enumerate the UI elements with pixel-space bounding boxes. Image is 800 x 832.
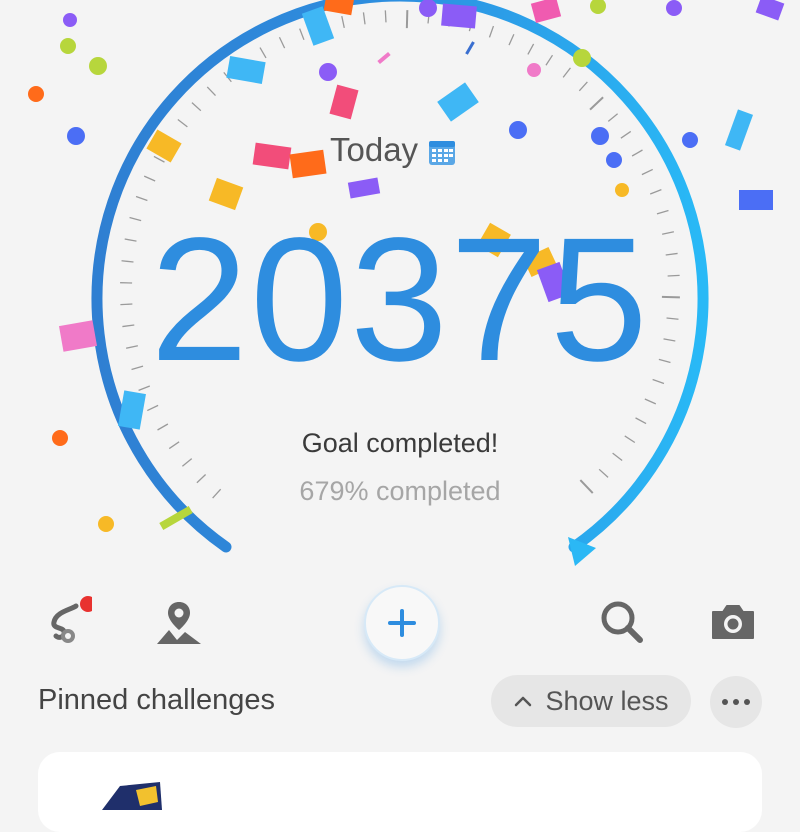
confetti-piece — [324, 0, 355, 15]
confetti-dot — [527, 63, 541, 77]
confetti-dot — [28, 86, 44, 102]
confetti-dot — [509, 121, 527, 139]
confetti-piece — [437, 82, 479, 121]
location-icon[interactable] — [153, 596, 205, 648]
dial-tick — [363, 12, 365, 24]
dial-tick — [300, 29, 304, 40]
camera-icon[interactable] — [707, 596, 759, 648]
confetti-piece — [465, 41, 475, 55]
goal-status: Goal completed! — [0, 428, 800, 459]
confetti-dot — [98, 516, 114, 532]
dial-tick — [650, 190, 661, 194]
show-less-button[interactable]: Show less — [491, 675, 691, 727]
confetti-dot — [89, 57, 107, 75]
confetti-dot — [573, 49, 591, 67]
more-dot — [744, 699, 750, 705]
dial-tick — [207, 87, 215, 96]
confetti-piece — [302, 6, 334, 45]
confetti-dot — [419, 0, 437, 17]
confetti-dot — [590, 0, 606, 14]
goal-percentage: 679% completed — [0, 476, 800, 507]
dial-tick — [509, 34, 514, 45]
confetti-dot — [591, 127, 609, 145]
dial-tick — [279, 37, 284, 48]
dial-tick — [342, 16, 344, 28]
add-button[interactable] — [364, 585, 440, 661]
dial-tick — [136, 197, 147, 201]
dial-tick — [147, 405, 158, 410]
more-dot — [722, 699, 728, 705]
confetti-dot — [615, 183, 629, 197]
confetti-dot — [67, 127, 85, 145]
dial-tick — [608, 114, 617, 122]
confetti-piece — [377, 52, 390, 64]
confetti-piece — [289, 150, 326, 178]
calendar-icon[interactable] — [428, 136, 456, 164]
confetti-piece — [739, 190, 773, 210]
challenge-card[interactable] — [38, 752, 762, 832]
step-count: 20375 — [0, 212, 800, 388]
dial-tick — [528, 44, 534, 55]
date-selector[interactable]: Today — [330, 128, 456, 172]
more-dot — [733, 699, 739, 705]
confetti-piece — [118, 390, 146, 429]
dial-tick — [192, 103, 201, 111]
dial-tick — [260, 48, 266, 58]
more-options-button[interactable] — [710, 676, 762, 728]
chevron-up-icon — [513, 694, 533, 708]
activity-screen: Today 20375 Goal completed! 679% complet… — [0, 0, 800, 801]
confetti-dot — [682, 132, 698, 148]
confetti-piece — [348, 178, 380, 199]
confetti-dot — [319, 63, 337, 81]
dial-tick — [632, 150, 642, 156]
confetti-piece — [441, 4, 477, 29]
confetti-dot — [63, 13, 77, 27]
dial-tick — [182, 459, 191, 467]
dial-tick — [590, 97, 603, 109]
dial-tick — [385, 10, 386, 22]
confetti-piece — [531, 0, 561, 23]
pinned-challenges-title: Pinned challenges — [38, 684, 275, 717]
challenge-logo — [100, 780, 162, 810]
dial-tick — [579, 82, 587, 91]
confetti-piece — [329, 85, 358, 120]
dial-tick — [563, 68, 570, 78]
route-icon[interactable] — [40, 596, 92, 648]
confetti-dot — [666, 0, 682, 16]
dial-tick — [489, 26, 493, 37]
date-label: Today — [330, 131, 418, 169]
dial-tick — [642, 169, 653, 174]
confetti-piece — [226, 56, 265, 84]
plus-icon — [384, 605, 420, 641]
notification-dot — [80, 596, 92, 612]
confetti-piece — [725, 109, 753, 150]
confetti-piece — [253, 143, 292, 170]
dial-tick — [144, 176, 155, 181]
dial-tick — [621, 131, 631, 138]
confetti-piece — [756, 0, 785, 21]
dial-tick — [178, 120, 188, 127]
dial-tick — [636, 418, 647, 424]
confetti-dot — [60, 38, 76, 54]
confetti-dot — [606, 152, 622, 168]
dial-tick — [546, 55, 553, 65]
search-icon[interactable] — [596, 596, 648, 648]
show-less-label: Show less — [545, 686, 668, 717]
dial-tick — [645, 399, 656, 404]
